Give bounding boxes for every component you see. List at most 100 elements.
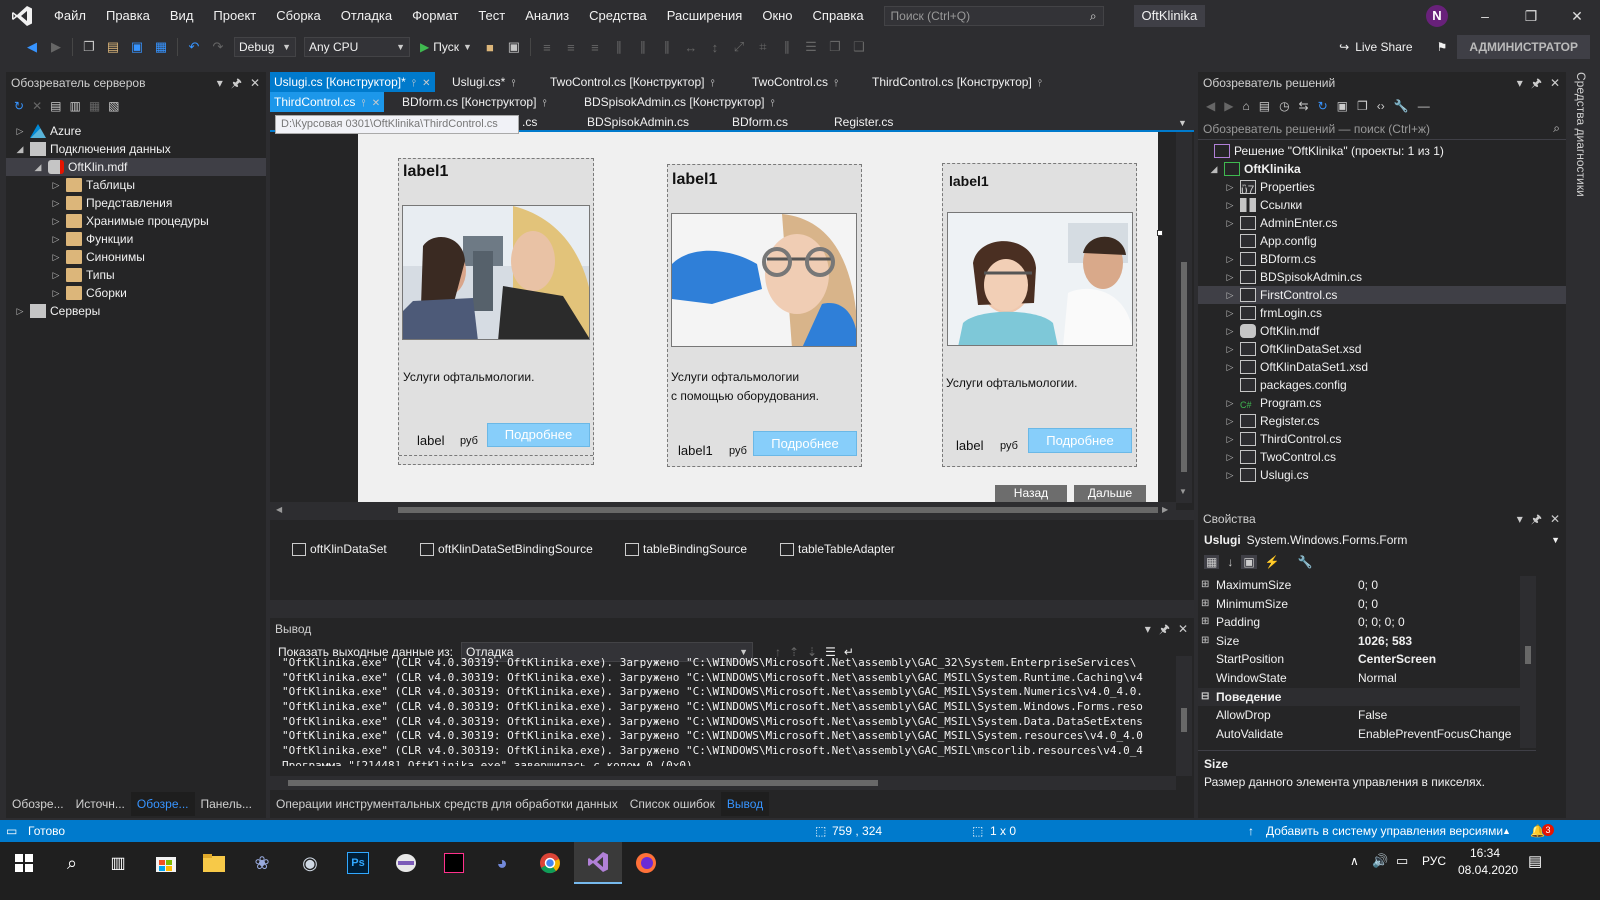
output-horizontal-scrollbar[interactable] bbox=[270, 776, 1176, 790]
server-tree-item[interactable]: ▷ Типы bbox=[6, 266, 266, 284]
expand-icon[interactable]: ▷ bbox=[14, 302, 26, 320]
expand-icon[interactable]: ▷ bbox=[50, 248, 62, 266]
properties-object-select[interactable]: Uslugi System.Windows.Forms.Form ▼ bbox=[1198, 530, 1566, 550]
property-value[interactable]: EnablePreventFocusChange bbox=[1350, 725, 1520, 744]
scroll-left-icon[interactable]: ◀ bbox=[276, 505, 282, 514]
property-row[interactable]: ⊞ Size 1026; 583 bbox=[1198, 632, 1520, 651]
server-tree-item[interactable]: ◢ Подключения данных bbox=[6, 140, 266, 158]
output-text[interactable]: "OftKlinika.exe" (CLR v4.0.30319: OftKli… bbox=[282, 656, 1170, 766]
menu-item[interactable]: Тест bbox=[468, 0, 515, 32]
expand-icon[interactable]: ▷ bbox=[1224, 250, 1236, 268]
solution-tree-item[interactable]: ▷ OftKlinDataSet.xsd bbox=[1198, 340, 1566, 358]
browser-icon[interactable]: ▣ bbox=[504, 37, 524, 57]
tool-window-tab[interactable]: Панель... bbox=[195, 792, 258, 816]
menu-item[interactable]: Файл bbox=[44, 0, 96, 32]
minimize-icon[interactable]: – bbox=[1462, 8, 1508, 24]
menu-item[interactable]: Вид bbox=[160, 0, 204, 32]
store-icon[interactable] bbox=[142, 842, 190, 884]
configuration-select[interactable]: Debug ▼ bbox=[234, 37, 296, 57]
component-table-adapter[interactable]: tableTableAdapter bbox=[780, 542, 895, 556]
pin-icon[interactable]: 🖈 bbox=[1531, 72, 1542, 94]
search-icon[interactable]: ⌕ bbox=[48, 842, 96, 884]
pin-icon[interactable]: ⫯ bbox=[361, 98, 365, 109]
connect-server-icon[interactable]: ▥ bbox=[69, 99, 80, 113]
preview-icon[interactable]: — bbox=[1418, 99, 1430, 113]
discord-icon[interactable]: ◕ bbox=[478, 842, 526, 884]
server-tree-item[interactable]: ▷ Представления bbox=[6, 194, 266, 212]
menu-item[interactable]: Отладка bbox=[331, 0, 402, 32]
scrollbar-thumb[interactable] bbox=[398, 507, 1158, 513]
property-value[interactable]: False bbox=[1350, 706, 1520, 725]
network-icon[interactable]: ▭ bbox=[1396, 853, 1408, 869]
platform-select[interactable]: Any CPU ▼ bbox=[304, 37, 410, 57]
expand-icon[interactable]: ▷ bbox=[1224, 214, 1236, 232]
property-value[interactable]: 0; 0 bbox=[1350, 595, 1520, 614]
expand-icon[interactable]: ▷ bbox=[1224, 340, 1236, 358]
collapse-icon[interactable]: ◢ bbox=[1208, 160, 1220, 178]
task-view-icon[interactable]: ▥ bbox=[94, 842, 142, 884]
properties-view-icon[interactable]: ▣ bbox=[1241, 555, 1257, 569]
document-tab[interactable]: BDform.cs bbox=[728, 112, 792, 132]
expand-icon[interactable]: ⊞ bbox=[1201, 632, 1209, 651]
menu-item[interactable]: Формат bbox=[402, 0, 468, 32]
designer-vertical-scrollbar[interactable]: ▼ bbox=[1176, 132, 1192, 503]
form-canvas[interactable]: label1 Услуги офтальмологии. label руб П… bbox=[358, 132, 1163, 503]
pin-icon[interactable]: ⫯ bbox=[770, 98, 774, 109]
property-row[interactable]: AllowDrop False bbox=[1198, 706, 1520, 725]
document-tab[interactable]: TwoControl.cs ⫯ bbox=[748, 72, 842, 92]
expand-icon[interactable]: ▷ bbox=[1224, 286, 1236, 304]
output-vertical-scrollbar[interactable] bbox=[1176, 656, 1192, 776]
solution-tree-item[interactable]: ▷ BDform.cs bbox=[1198, 250, 1566, 268]
component-dataset[interactable]: oftKlinDataSet bbox=[292, 542, 387, 556]
dropdown-icon[interactable]: ▾ bbox=[1145, 618, 1151, 640]
switch-views-icon[interactable]: ▤ bbox=[1259, 99, 1270, 113]
resize-handle[interactable] bbox=[1157, 230, 1163, 236]
expand-icon[interactable]: ▷ bbox=[1224, 448, 1236, 466]
events-icon[interactable]: ⚡ bbox=[1265, 555, 1280, 569]
back-icon[interactable]: ◀ bbox=[1206, 99, 1215, 113]
expand-icon[interactable]: ▷ bbox=[50, 230, 62, 248]
menu-item[interactable]: Справка bbox=[803, 0, 874, 32]
property-grid-scrollbar[interactable] bbox=[1520, 576, 1536, 748]
sync-icon[interactable]: ⇆ bbox=[1299, 99, 1309, 113]
close-window-icon[interactable]: ✕ bbox=[1554, 8, 1600, 25]
document-tab[interactable]: BDSpisokAdmin.cs bbox=[583, 112, 693, 132]
expand-icon[interactable]: ▷ bbox=[1224, 196, 1236, 214]
open-icon[interactable]: ▤ bbox=[103, 37, 123, 57]
jetbrains-icon[interactable] bbox=[430, 842, 478, 884]
solution-tree-item[interactable]: ▷ Register.cs bbox=[1198, 412, 1566, 430]
avatar[interactable]: N bbox=[1426, 5, 1448, 27]
tool-window-tab[interactable]: Список ошибок bbox=[624, 792, 721, 816]
search-box[interactable]: Поиск (Ctrl+Q) ⌕ bbox=[883, 6, 1104, 26]
document-tab[interactable]: Uslugi.cs [Конструктор]* ⫯ ✕ bbox=[270, 72, 435, 92]
expand-icon[interactable]: ▷ bbox=[50, 194, 62, 212]
solution-tree-item[interactable]: ▷ FirstControl.cs bbox=[1198, 286, 1566, 304]
menu-item[interactable]: Средства bbox=[579, 0, 657, 32]
solution-search-box[interactable]: Обозреватель решений — поиск (Ctrl+ж) ⌕ bbox=[1198, 118, 1566, 140]
home-icon[interactable]: ⌂ bbox=[1242, 99, 1249, 113]
menu-item[interactable]: Правка bbox=[96, 0, 160, 32]
component-table-binding-source[interactable]: tableBindingSource bbox=[625, 542, 747, 556]
dropdown-icon[interactable]: ▾ bbox=[1517, 72, 1523, 94]
property-value[interactable]: 0; 0; 0; 0 bbox=[1350, 613, 1520, 632]
visual-studio-taskbar-icon[interactable] bbox=[574, 842, 622, 884]
diagnostic-tools-tab[interactable]: Средства диагностики bbox=[1574, 72, 1588, 197]
document-tab[interactable]: Register.cs bbox=[830, 112, 897, 132]
property-row[interactable]: WindowState Normal bbox=[1198, 669, 1520, 688]
pin-icon[interactable]: 🖈 bbox=[231, 72, 242, 94]
service-card-2[interactable]: label1 Услуги офтальмологии с помощью об bbox=[667, 164, 862, 467]
volume-icon[interactable]: 🔊 bbox=[1372, 853, 1388, 869]
ssms-icon[interactable] bbox=[382, 842, 430, 884]
close-icon[interactable]: ✕ bbox=[1550, 72, 1560, 94]
close-icon[interactable]: ✕ bbox=[1178, 618, 1188, 640]
properties-icon[interactable]: ▧ bbox=[108, 99, 119, 113]
server-tree-item[interactable]: ▷ Таблицы bbox=[6, 176, 266, 194]
code-view-icon[interactable]: ‹› bbox=[1377, 99, 1385, 113]
expand-icon[interactable]: ▷ bbox=[1224, 394, 1236, 412]
document-tab[interactable]: Uslugi.cs* ⫯ bbox=[448, 72, 520, 92]
document-tab[interactable]: BDSpisokAdmin.cs [Конструктор] ⫯ bbox=[580, 92, 779, 112]
expand-icon[interactable]: ▷ bbox=[50, 176, 62, 194]
solution-tree-item[interactable]: ▷ TwoControl.cs bbox=[1198, 448, 1566, 466]
expand-icon[interactable]: ▷ bbox=[1224, 430, 1236, 448]
solution-tree-item[interactable]: App.config bbox=[1198, 232, 1566, 250]
